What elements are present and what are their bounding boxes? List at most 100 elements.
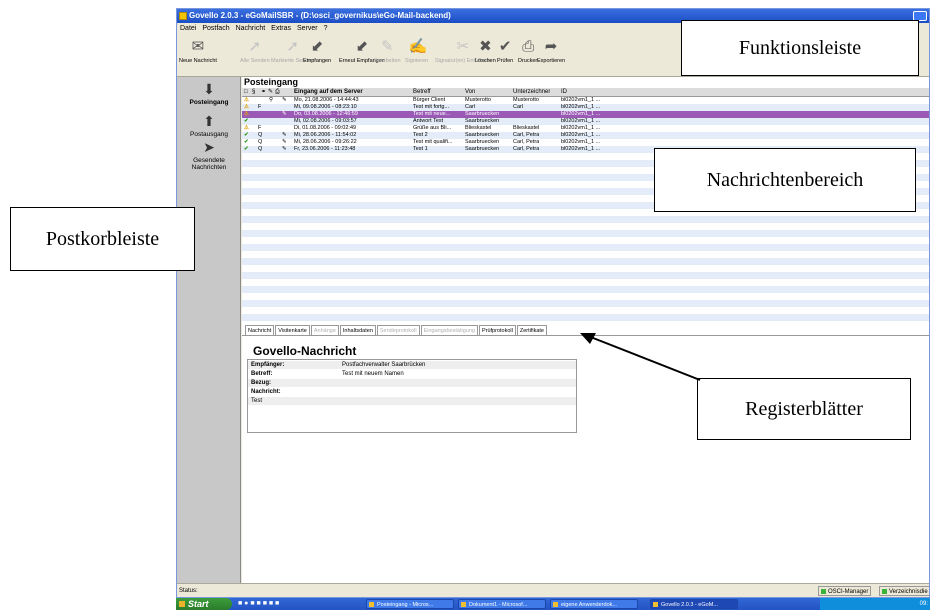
menu--[interactable]: ?	[321, 25, 331, 32]
task-govello[interactable]: Govello 2.0.3 - eGoM...	[650, 599, 738, 609]
toolbar-delete-button[interactable]: ✖ Löschen	[475, 37, 496, 65]
task-dokument1[interactable]: Dokument1 - Microsof...	[458, 599, 546, 609]
menu-datei[interactable]: Datei	[177, 25, 199, 32]
message-subject: Bürger Client	[413, 97, 446, 103]
quick-launch-icons[interactable]: ■ ● ■ ■ ■ ■ ■	[238, 600, 279, 608]
toolbar-label: Alle Senden	[240, 58, 270, 64]
toolbar-send-all-button[interactable]: ➚ Alle Senden	[240, 37, 270, 65]
message-received: Di, 01.08.2006 - 09:02:49	[294, 125, 357, 131]
send-selected-icon: ➚	[286, 38, 299, 55]
sidebar-item-label: Postausgang	[190, 131, 228, 138]
message-from: Saarbruecken	[465, 111, 500, 117]
menu-nachricht[interactable]: Nachricht	[233, 25, 269, 32]
message-flag: Q	[258, 146, 263, 152]
toolbar-export-button[interactable]: ➦ Exportieren	[537, 37, 565, 65]
menu-server[interactable]: Server	[294, 25, 321, 32]
row-stripe	[242, 230, 929, 237]
row-stripe	[242, 244, 929, 251]
send-all-icon: ➚	[248, 38, 262, 55]
verified-icon: ✔	[244, 118, 249, 124]
column-subject[interactable]: Betreff	[413, 88, 431, 97]
toolbar-edit-button[interactable]: ✎ Bearbeiten	[374, 37, 401, 65]
message-id: bl0202vm1_1 ...	[561, 118, 601, 124]
task-posteingang[interactable]: Posteingang - Micros...	[366, 599, 454, 609]
toolbar-new-message-button[interactable]: ✉ Neue Nachricht	[179, 37, 217, 65]
start-button[interactable]: Start	[176, 598, 232, 610]
message-id: bl0202vm1_1 ...	[561, 139, 601, 145]
message-detail-panel: Govello-Nachricht Empfänger: Postfachverw…	[242, 335, 929, 583]
detail-table: Empfänger: Postfachverwalter Saarbrücken B…	[247, 359, 577, 433]
toolbar-label: Signieren	[405, 58, 429, 64]
message-received: Mi, 09.08.2006 - 08:23:10	[294, 104, 357, 110]
message-subject: Test 1	[413, 146, 428, 152]
message-row[interactable]: ✔ Mi, 02.08.2006 - 09:03:57 Antwort Test Sa…	[242, 118, 929, 125]
detail-key: Betreff:	[251, 371, 273, 377]
toolbar-print-button[interactable]: ⎙ Drucken	[518, 37, 538, 65]
row-stripe	[242, 272, 929, 279]
toolbar-sign-button[interactable]: ✍ Signieren	[405, 37, 428, 65]
mailbox-sidebar: ⬇ Posteingang ⬆ Postausgang ➤ Gesendete Nachr…	[177, 77, 241, 583]
attachment-column-icon[interactable]: ⚭	[261, 88, 266, 97]
status-bar: Status: OSCI-Manager Verzeichnisdie	[177, 583, 929, 597]
detail-value: Test mit neuem Namen	[342, 371, 404, 377]
callout-registerblaetter: Registerblätter	[697, 378, 911, 440]
toolbar-receive-button[interactable]: ⬋ Empfangen	[303, 37, 331, 65]
column-from[interactable]: Von	[465, 88, 475, 97]
status-column-icon[interactable]: □	[244, 88, 248, 97]
message-id: bl0202vm1_1 ...	[561, 97, 601, 103]
register-tabs: Nachricht Visitenkarte Anhänge Inhaltsdaten…	[245, 325, 548, 336]
message-signer: Carl, Petra	[513, 146, 540, 152]
toolbar-label: Neue Nachricht	[179, 58, 217, 64]
check-icon: ✔	[498, 38, 512, 55]
receive-icon: ⬋	[310, 38, 324, 55]
print-icon: ⎙	[522, 38, 535, 55]
column-signer[interactable]: Unterzeichner	[513, 88, 550, 97]
message-subject: Test mit qualifi...	[413, 139, 453, 145]
message-row[interactable]: ⚠ ✎ Do, 03.08.2006 - 12:46:59 Test mit neue…	[242, 111, 929, 118]
window-title: Govello 2.0.3 - eGoMailSBR - (D:\osci_go…	[189, 11, 451, 20]
message-row[interactable]: ✔ Q ✎ Mi, 28.06.2006 - 09:26:22 Test mit qua…	[242, 139, 929, 146]
delete-icon: ✖	[479, 38, 492, 55]
detail-key: Bezug:	[251, 380, 271, 386]
signature-column-icon[interactable]: ✎	[268, 88, 273, 97]
status-osci-manager[interactable]: OSCI-Manager	[818, 586, 872, 596]
toolbar-label: Prüfen	[497, 58, 514, 64]
warning-icon: ⚠	[244, 111, 249, 117]
message-from: Saarbruecken	[465, 118, 500, 124]
section-column-icon[interactable]: §	[252, 88, 255, 97]
task-anwenderdok[interactable]: eigene Anwenderdok...	[550, 599, 638, 609]
menu-postfach[interactable]: Postfach	[199, 25, 232, 32]
sidebar-item-posteingang[interactable]: ⬇ Posteingang	[177, 81, 241, 106]
callout-nachrichtenbereich: Nachrichtenbereich	[654, 148, 916, 212]
message-id: bl0202vm1_1 ...	[561, 146, 601, 152]
signature-icon: ✎	[282, 146, 287, 152]
system-tray: 09:	[820, 598, 930, 610]
sidebar-item-gesendete-nachrichten[interactable]: ➤ Gesendete Nachrichten	[177, 139, 241, 171]
signature-icon: ✎	[282, 132, 287, 138]
column-id[interactable]: ID	[561, 88, 567, 97]
detail-row: Test	[248, 397, 576, 405]
toolbar-label: Drucken	[518, 58, 539, 64]
message-subject: Test 2	[413, 132, 428, 138]
message-row[interactable]: ✔ Q ✎ Mi, 28.06.2006 - 11:54:02 Test 2 Saarbr…	[242, 132, 929, 139]
print-column-icon[interactable]: ⎙	[275, 88, 280, 97]
message-flag: F	[258, 125, 262, 131]
menu-extras[interactable]: Extras	[268, 25, 294, 32]
detail-row: Nachricht:	[248, 388, 576, 396]
message-received: Do, 03.08.2006 - 12:46:59	[294, 111, 358, 117]
detail-title: Govello-Nachricht	[253, 344, 357, 358]
message-from: Blieskastel	[465, 125, 492, 131]
warning-icon: ⚠	[244, 104, 249, 110]
column-received[interactable]: Eingang auf dem Server	[294, 88, 363, 97]
sidebar-item-postausgang[interactable]: ⬆ Postausgang	[177, 113, 241, 138]
toolbar-check-button[interactable]: ✔ Prüfen	[497, 37, 513, 65]
status-verzeichnisdienst[interactable]: Verzeichnisdie	[879, 586, 929, 596]
message-row[interactable]: ⚠ F Mi, 09.08.2006 - 08:23:10 Test mit fort…	[242, 104, 929, 111]
message-signer: Blieskastel	[513, 125, 540, 131]
message-row[interactable]: ⚠ ⚲ ✎ Mo, 21.08.2006 - 14:44:43 Bürger Clien…	[242, 97, 929, 104]
detail-value: Postfachverwalter Saarbrücken	[342, 362, 426, 368]
message-id: bl0202vm1_1 ...	[561, 104, 601, 110]
verified-icon: ✔	[244, 132, 249, 138]
sidebar-item-label: Gesendete Nachrichten	[191, 157, 227, 171]
message-row[interactable]: ⚠ F Di, 01.08.2006 - 09:02:49 Grüße aus Bli…	[242, 125, 929, 132]
